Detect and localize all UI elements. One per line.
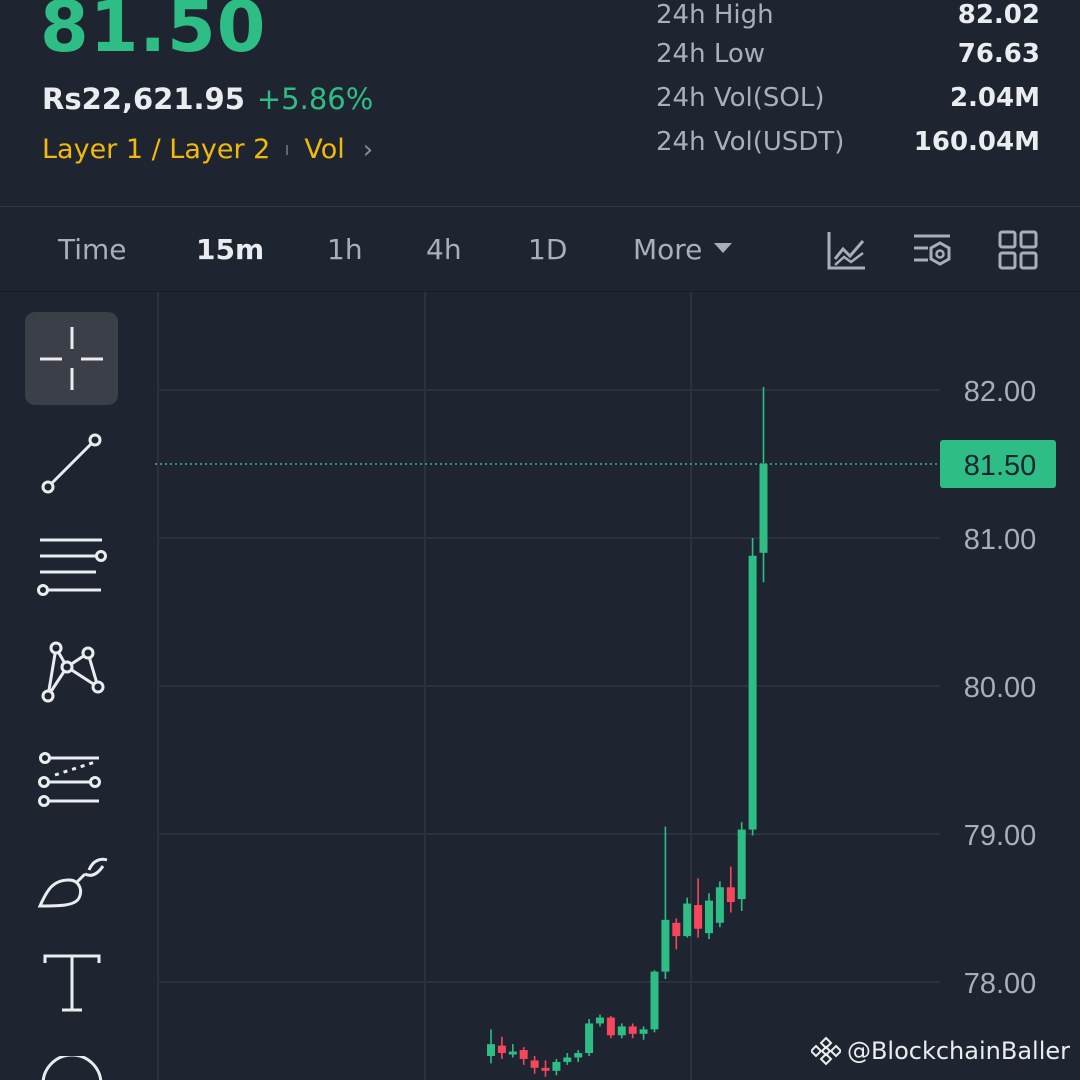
text-tool-icon [43,954,101,1012]
pattern-icon [41,641,105,703]
candle-body [606,1017,615,1036]
candle-body [672,922,681,937]
y-tick-label: 81.00 [964,524,1037,556]
fiat-row: Rs22,621.95 +5.86% [42,82,373,116]
last-price-tag-label: 81.50 [964,450,1037,482]
brush-tool[interactable] [25,832,118,925]
more-label: More [633,233,703,266]
y-tick-label: 80.00 [964,672,1037,704]
watermark-text: @BlockchainBaller [846,1037,1070,1065]
indicator-chart-icon[interactable] [826,229,868,271]
tab-4h[interactable]: 4h [426,233,462,266]
candle-body [519,1050,528,1059]
stat-value: 76.63 [957,39,1040,69]
candle-body [617,1026,626,1036]
text-tool[interactable] [25,936,118,1029]
stat-value: 2.04M [949,83,1040,113]
tag-layer[interactable]: Layer 1 / Layer 2 [42,134,270,165]
candle-body [541,1067,550,1071]
candle-body [628,1026,637,1034]
trend-line-tool[interactable] [25,416,118,509]
candle-body [487,1044,495,1056]
crosshair-tool[interactable] [25,312,118,405]
candle-body [530,1060,539,1068]
horizontal-lines-tool[interactable] [25,520,118,613]
y-tick-label: 78.00 [964,968,1037,1000]
tab-15m[interactable]: 15m [196,233,264,266]
candle-body [715,887,724,923]
y-tick-label: 79.00 [964,820,1037,852]
tab-1d[interactable]: 1D [528,233,567,266]
candle-body [737,829,746,900]
trend-line-icon [41,433,102,494]
stats-panel: 24h High 82.02 24h Low 76.63 24h Vol(SOL… [656,0,1040,164]
candle-body [748,555,757,830]
tag-separator [286,144,289,155]
stat-label: 24h Vol(SOL) [656,83,825,113]
timeframe-toolbar: Time 15m 1h 4h 1D More [0,207,1080,291]
pattern-tool[interactable] [25,624,118,717]
stat-label: 24h Vol(USDT) [656,127,845,157]
horizontal-lines-icon [37,538,107,596]
fib-channel-tool[interactable] [25,728,118,821]
category-tags[interactable]: Layer 1 / Layer 2 Vol › [42,134,373,165]
candle-body [694,905,703,929]
chart-grid [157,292,940,1080]
candle-body [497,1045,506,1054]
candlestick-chart[interactable]: 82.00 81.00 80.00 79.00 78.00 81.50 [0,292,1080,1080]
caret-down-icon [714,243,733,253]
tag-vol[interactable]: Vol [304,134,344,165]
last-price: 81.50 [40,0,267,68]
candle-body [552,1061,561,1071]
candle-body [596,1017,604,1024]
price-axis: 82.00 81.00 80.00 79.00 78.00 81.50 [155,376,1056,1000]
candle-body [650,971,659,1030]
candle-body [508,1051,517,1055]
stat-label: 24h High [656,0,774,30]
binance-logo-icon [810,1036,841,1066]
stat-vol-quote: 24h Vol(USDT) 160.04M [656,120,1040,164]
stat-vol-base: 24h Vol(SOL) 2.04M [656,76,1040,120]
more-dropdown[interactable]: More [633,233,733,266]
candle-body [726,887,735,903]
candle-body [563,1057,572,1062]
measure-tool-icon[interactable] [40,1056,104,1080]
stat-value: 160.04M [913,127,1040,157]
stat-low: 24h Low 76.63 [656,32,1040,76]
candle-body [759,464,768,553]
chevron-right-icon[interactable]: › [363,135,373,165]
candle-body [574,1053,583,1058]
drawing-tools [0,292,156,1080]
candle-body [585,1023,594,1054]
crosshair-icon [40,327,103,390]
chart-settings-icon[interactable] [912,229,954,271]
y-tick-label: 82.00 [964,376,1037,408]
brush-icon [37,857,108,908]
stat-label: 24h Low [656,39,766,69]
fib-channel-icon [38,752,101,807]
candle-body [661,919,670,972]
layout-grid-icon[interactable] [998,229,1040,271]
watermark: @BlockchainBaller [810,1036,1070,1066]
fiat-price: Rs22,621.95 [42,82,245,116]
candle-body [683,903,692,937]
candles-layer [487,387,768,1077]
stat-value: 82.02 [957,0,1040,30]
candle-body [705,900,713,934]
stat-high: 24h High 82.02 [656,0,1040,32]
tab-1h[interactable]: 1h [327,233,363,266]
candle-body [639,1029,648,1034]
tab-time[interactable]: Time [58,233,127,266]
change-percent: +5.86% [256,82,374,116]
